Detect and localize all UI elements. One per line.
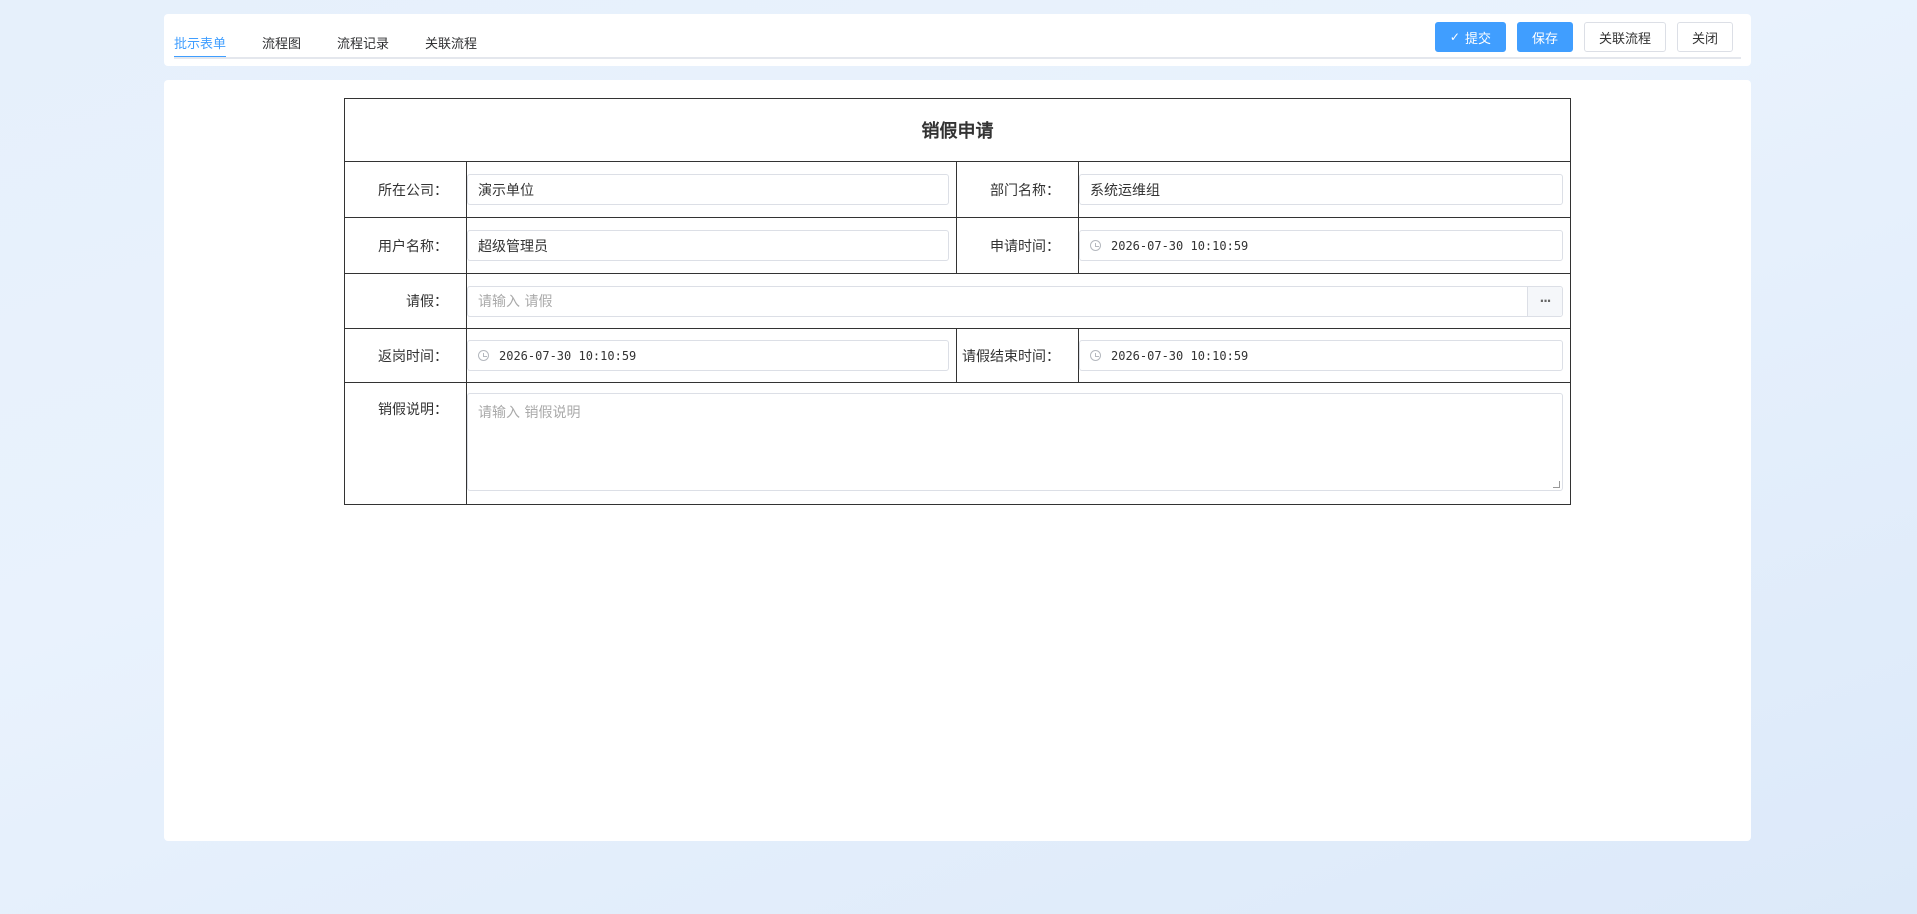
tab-related-flows[interactable]: 关联流程 — [425, 30, 477, 58]
department-field[interactable]: 系统运维组 — [1079, 174, 1563, 205]
company-label: 所在公司： — [344, 161, 467, 218]
form-panel: 销假申请 所在公司： 演示单位 部门名称： 系统运维组 用户名称： 超级管理员 — [164, 80, 1751, 841]
close-button[interactable]: 关闭 — [1676, 22, 1733, 52]
resize-handle[interactable] — [1553, 481, 1560, 488]
department-value: 系统运维组 — [1090, 182, 1160, 199]
department-label: 部门名称： — [956, 161, 1079, 218]
leave-end-time-picker[interactable]: 2026-07-30 10:10:59 — [1079, 340, 1563, 371]
tab-flow-records[interactable]: 流程记录 — [337, 30, 389, 58]
leave-placeholder: 请输入 请假 — [478, 294, 553, 310]
form-title: 销假申请 — [344, 98, 1571, 162]
tab-bar: 批示表单 流程图 流程记录 关联流程 — [174, 14, 513, 58]
submit-label: 提交 — [1464, 31, 1491, 47]
return-time-picker[interactable]: 2026-07-30 10:10:59 — [467, 340, 949, 371]
return-time-label: 返岗时间： — [344, 328, 467, 383]
tab-approval-form[interactable]: 批示表单 — [174, 30, 227, 58]
company-value: 演示单位 — [478, 182, 534, 199]
save-button[interactable]: 保存 — [1516, 22, 1573, 52]
user-value: 超级管理员 — [478, 238, 548, 255]
leave-end-time-label: 请假结束时间： — [956, 328, 1079, 383]
remark-label: 销假说明： — [344, 382, 467, 505]
company-field[interactable]: 演示单位 — [467, 174, 949, 205]
check-icon: ✓ — [1449, 30, 1460, 44]
user-field[interactable]: 超级管理员 — [467, 230, 949, 261]
apply-time-picker[interactable]: 2026-07-30 10:10:59 — [1079, 230, 1563, 261]
remark-placeholder: 请输入 销假说明 — [478, 405, 581, 421]
top-toolbar: 批示表单 流程图 流程记录 关联流程 ✓ 提交 保存 关联流程 关闭 — [164, 14, 1751, 66]
leave-label: 请假： — [344, 273, 467, 329]
more-icon[interactable]: ··· — [1527, 286, 1562, 316]
user-label: 用户名称： — [344, 217, 467, 274]
related-flow-button[interactable]: 关联流程 — [1583, 22, 1666, 52]
action-buttons: ✓ 提交 保存 关联流程 关闭 — [1434, 22, 1733, 52]
tab-flowchart[interactable]: 流程图 — [262, 30, 301, 58]
leave-end-time-value: 2026-07-30 10:10:59 — [1111, 348, 1249, 363]
clock-icon — [1090, 240, 1101, 251]
apply-time-label: 申请时间： — [956, 217, 1079, 274]
clock-icon — [1090, 350, 1101, 361]
apply-time-value: 2026-07-30 10:10:59 — [1111, 238, 1249, 253]
leave-input[interactable]: 请输入 请假 ··· — [467, 285, 1563, 317]
leave-cancel-form: 销假申请 所在公司： 演示单位 部门名称： 系统运维组 用户名称： 超级管理员 — [344, 98, 1571, 505]
clock-icon — [478, 350, 489, 361]
return-time-value: 2026-07-30 10:10:59 — [499, 348, 637, 363]
remark-textarea[interactable]: 请输入 销假说明 — [467, 393, 1563, 491]
submit-button[interactable]: ✓ 提交 — [1434, 22, 1506, 52]
tab-divider — [174, 57, 1741, 59]
